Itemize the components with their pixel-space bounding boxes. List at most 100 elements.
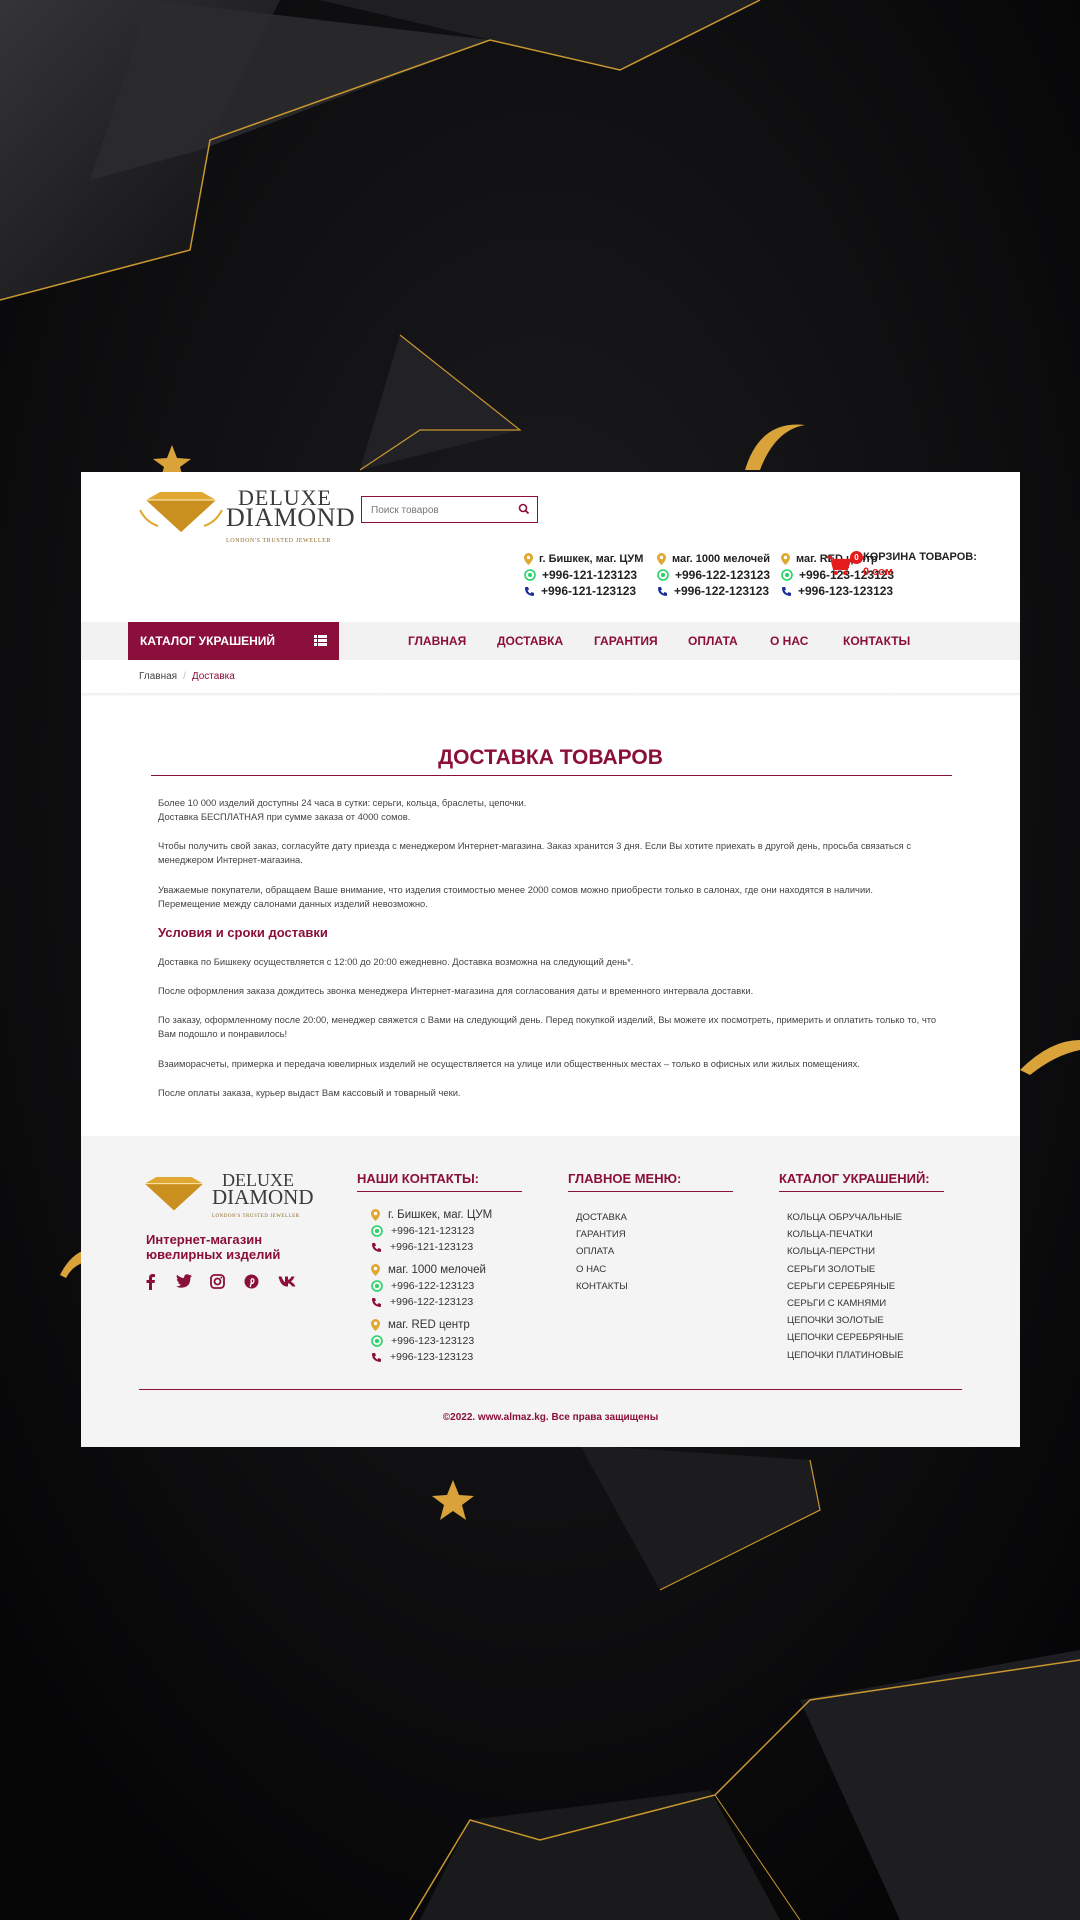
header: DELUXE DIAMOND LONDON'S TRUSTED JEWELLER… <box>81 472 1020 622</box>
footer-store-1-phone[interactable]: +996-121-123123 <box>390 1241 473 1253</box>
footer-store-2-whatsapp[interactable]: +996-122-123123 <box>391 1280 474 1292</box>
store-2: маг. 1000 мелочей +996-122-123123 +996-1… <box>657 551 787 599</box>
logo-text: DELUXE DIAMOND LONDON'S TRUSTED JEWELLER <box>226 487 356 551</box>
paragraph-5: После оформления заказа дождитесь звонка… <box>158 985 754 996</box>
vk-icon[interactable] <box>278 1274 296 1292</box>
catalog-menu-button[interactable]: КАТАЛОГ УКРАШЕНИЙ <box>128 622 339 660</box>
paragraph-8: После оплаты заказа, курьер выдаст Вам к… <box>158 1087 461 1098</box>
footer-catalog-list: КОЛЬЦА ОБРУЧАЛЬНЫЕ КОЛЬЦА-ПЕЧАТКИ КОЛЬЦА… <box>787 1209 904 1364</box>
store-1-whatsapp[interactable]: +996-121-123123 <box>542 568 637 582</box>
paragraph-6: По заказу, оформленному после 20:00, мен… <box>158 1014 937 1039</box>
twitter-icon[interactable] <box>176 1274 192 1293</box>
nav-delivery[interactable]: ДОСТАВКА <box>497 634 563 648</box>
whatsapp-icon <box>781 569 793 581</box>
footer-logo[interactable]: DELUXE DIAMOND LONDON'S TRUSTED JEWELLER <box>138 1171 318 1219</box>
nav-payment[interactable]: ОПЛАТА <box>688 634 738 648</box>
footer-catalog-item[interactable]: КОЛЬЦА ОБРУЧАЛЬНЫЕ <box>787 1209 904 1226</box>
footer-catalog-item[interactable]: СЕРЬГИ ЗОЛОТЫЕ <box>787 1261 904 1278</box>
cart-icon <box>827 556 851 575</box>
footer-store-2: маг. 1000 мелочей +996-122-123123 +996-1… <box>371 1262 486 1310</box>
paragraph-1a: Более 10 000 изделий доступны 24 часа в … <box>158 797 527 808</box>
footer-catalog-item[interactable]: ЦЕПОЧКИ ЗОЛОТЫЕ <box>787 1312 904 1329</box>
breadcrumb-home[interactable]: Главная <box>139 671 177 682</box>
store-2-name: маг. 1000 мелочей <box>672 553 771 565</box>
paragraph-1b: Доставка БЕСПЛАТНАЯ при сумме заказа от … <box>158 811 411 822</box>
logo[interactable]: DELUXE DIAMOND LONDON'S TRUSTED JEWELLER <box>138 486 355 544</box>
footer-catalog-item[interactable]: КОЛЬЦА-ПЕРСТНИ <box>787 1243 904 1260</box>
page-title: ДОСТАВКА ТОВАРОВ <box>438 746 663 769</box>
footer-store-3-name: маг. RED центр <box>388 1319 470 1331</box>
footer-menu-guarantee[interactable]: ГАРАНТИЯ <box>576 1226 628 1243</box>
location-pin-icon <box>371 1319 380 1331</box>
list-icon <box>314 635 327 646</box>
nav-about[interactable]: О НАС <box>770 634 808 648</box>
facebook-icon[interactable] <box>146 1274 156 1295</box>
breadcrumb-separator: / <box>183 671 186 682</box>
footer-catalog-item[interactable]: ЦЕПОЧКИ СЕРЕБРЯНЫЕ <box>787 1329 904 1346</box>
location-pin-icon <box>524 553 533 565</box>
instagram-icon[interactable] <box>210 1274 225 1294</box>
location-pin-icon <box>371 1209 380 1221</box>
cart-widget[interactable]: 0 КОРЗИНА ТОВАРОВ: 0 сом <box>827 551 977 591</box>
phone-icon <box>372 1242 381 1252</box>
footer-logo-line2: DIAMOND <box>212 1185 314 1209</box>
whatsapp-icon <box>657 569 669 581</box>
footer-catalog-item[interactable]: КОЛЬЦА-ПЕЧАТКИ <box>787 1226 904 1243</box>
footer-store-1-whatsapp[interactable]: +996-121-123123 <box>391 1225 474 1237</box>
footer-menu-about[interactable]: О НАС <box>576 1261 628 1278</box>
footer-menu-payment[interactable]: ОПЛАТА <box>576 1243 628 1260</box>
search-box <box>361 496 538 523</box>
store-1-phone[interactable]: +996-121-123123 <box>541 584 636 598</box>
footer-menu-title: ГЛАВНОЕ МЕНЮ: <box>568 1171 682 1186</box>
search-input[interactable] <box>371 502 511 518</box>
cart-title: КОРЗИНА ТОВАРОВ: <box>863 551 977 563</box>
copyright: ©2022. www.almaz.kg. Все права защищены <box>442 1412 659 1423</box>
footer-store-3-phone[interactable]: +996-123-123123 <box>390 1351 473 1363</box>
location-pin-icon <box>371 1264 380 1276</box>
store-2-whatsapp[interactable]: +996-122-123123 <box>675 568 770 582</box>
footer-contacts-title: НАШИ КОНТАКТЫ: <box>357 1171 479 1186</box>
footer-logo-text: DELUXE DIAMOND LONDON'S TRUSTED JEWELLER <box>212 1171 314 1225</box>
catalog-menu-label: КАТАЛОГ УКРАШЕНИЙ <box>140 634 276 648</box>
footer-menu-contacts[interactable]: КОНТАКТЫ <box>576 1278 628 1295</box>
footer-menu-delivery[interactable]: ДОСТАВКА <box>576 1209 628 1226</box>
footer-store-1-name: г. Бишкек, маг. ЦУМ <box>388 1209 493 1221</box>
nav-guarantee[interactable]: ГАРАНТИЯ <box>594 634 658 648</box>
footer-catalog-item[interactable]: СЕРЬГИ СЕРЕБРЯНЫЕ <box>787 1278 904 1295</box>
footer-catalog-item[interactable]: СЕРЬГИ С КАМНЯМИ <box>787 1295 904 1312</box>
phone-icon <box>782 586 791 596</box>
search-icon[interactable] <box>518 502 530 516</box>
diamond-logo-icon <box>139 492 223 532</box>
paragraph-4: Доставка по Бишкеку осуществляется с 12:… <box>158 956 634 967</box>
footer-store-1: г. Бишкек, маг. ЦУМ +996-121-123123 +996… <box>371 1207 492 1255</box>
whatsapp-icon <box>371 1335 383 1347</box>
whatsapp-icon <box>524 569 536 581</box>
breadcrumb-current: Доставка <box>191 671 235 682</box>
cart-count-badge: 0 <box>850 551 863 564</box>
paragraph-2: Чтобы получить свой заказ, согласуйте да… <box>158 840 912 865</box>
footer-store-2-phone[interactable]: +996-122-123123 <box>390 1296 473 1308</box>
store-1-name: г. Бишкек, маг. ЦУМ <box>539 553 644 565</box>
footer-catalog-title: КАТАЛОГ УКРАШЕНИЙ: <box>779 1171 930 1186</box>
page-container: DELUXE DIAMOND LONDON'S TRUSTED JEWELLER… <box>81 472 1020 1447</box>
pinterest-icon[interactable] <box>244 1274 259 1294</box>
logo-line2: DIAMOND <box>226 503 356 532</box>
main-navbar: КАТАЛОГ УКРАШЕНИЙ ГЛАВНАЯ ДОСТАВКА ГАРАН… <box>81 622 1020 660</box>
phone-icon <box>658 586 667 596</box>
footer-menu-underline <box>568 1191 733 1192</box>
phone-icon <box>372 1352 381 1362</box>
paragraph-3: Уважаемые покупатели, обращаем Ваше вним… <box>158 884 874 909</box>
whatsapp-icon <box>371 1280 383 1292</box>
location-pin-icon <box>781 553 790 565</box>
nav-home[interactable]: ГЛАВНАЯ <box>408 634 466 648</box>
nav-contacts[interactable]: КОНТАКТЫ <box>843 634 910 648</box>
footer-store-3-whatsapp[interactable]: +996-123-123123 <box>391 1335 474 1347</box>
store-1: г. Бишкек, маг. ЦУМ +996-121-123123 +996… <box>524 551 654 599</box>
footer-catalog-item[interactable]: ЦЕПОЧКИ ПЛАТИНОВЫЕ <box>787 1347 904 1364</box>
logo-tagline: LONDON'S TRUSTED JEWELLER <box>226 538 331 544</box>
footer-store-3: маг. RED центр +996-123-123123 +996-123-… <box>371 1317 474 1365</box>
store-2-phone[interactable]: +996-122-123123 <box>674 584 769 598</box>
footer-tagline: Интернет-магазин ювелирных изделий <box>146 1232 281 1262</box>
footer: DELUXE DIAMOND LONDON'S TRUSTED JEWELLER… <box>81 1136 1020 1447</box>
breadcrumb: Главная / Доставка <box>139 671 235 682</box>
